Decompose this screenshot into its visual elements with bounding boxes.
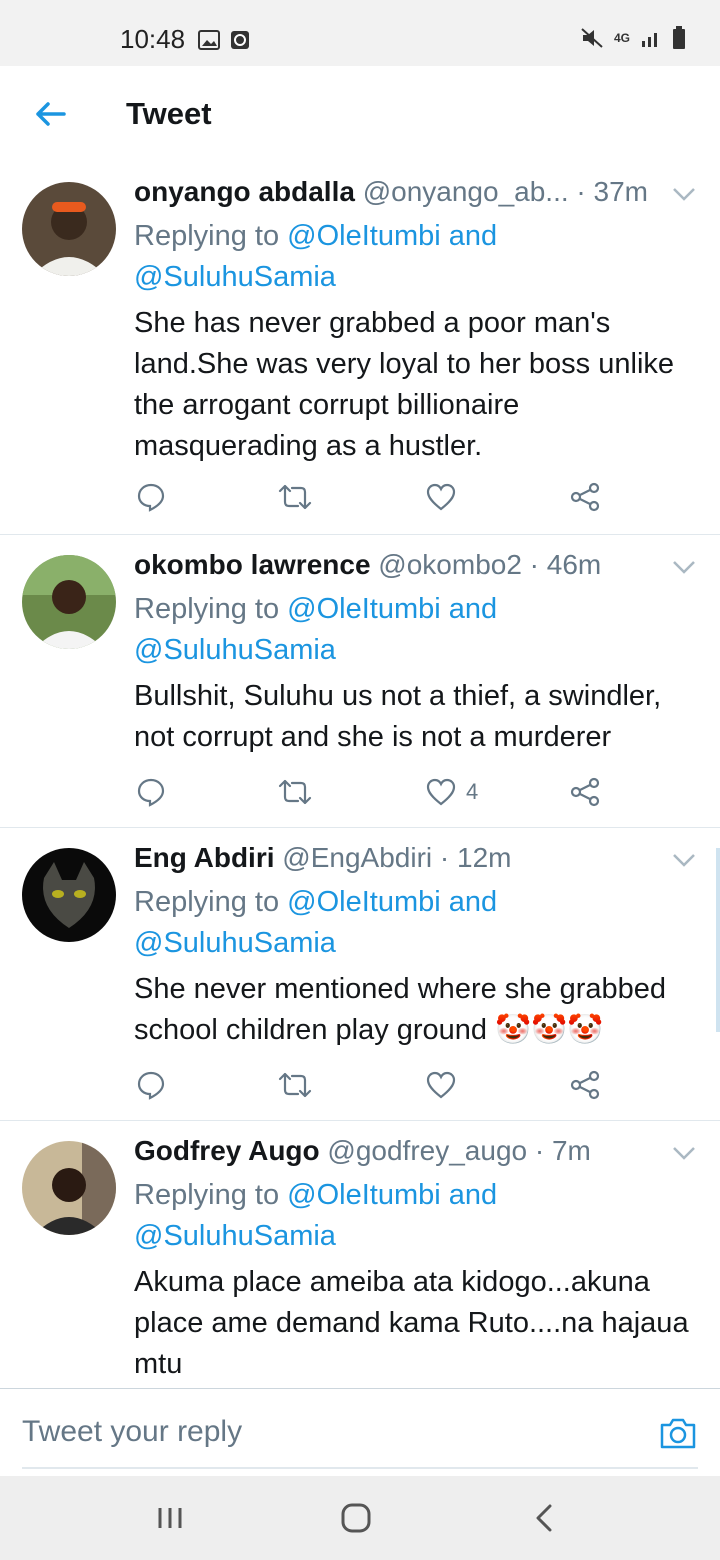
tweet[interactable]: onyango abdalla @onyango_ab... · 37m Rep… [0, 162, 720, 535]
reply-input[interactable]: Tweet your reply [22, 1415, 242, 1449]
back-icon[interactable] [524, 1498, 564, 1538]
tweet-actions [136, 480, 606, 514]
system-nav-bar [0, 1476, 720, 1560]
user-handle: @EngAbdiri [282, 842, 433, 873]
share-icon [570, 1070, 600, 1100]
battery-icon [673, 26, 685, 49]
replying-to: Replying to @OleItumbi and [134, 886, 498, 918]
reply-button[interactable] [136, 775, 166, 809]
home-icon[interactable] [336, 1498, 376, 1538]
mention-link[interactable]: @OleItumbi and [287, 1179, 497, 1211]
avatar[interactable] [22, 848, 116, 942]
camera-icon[interactable] [658, 1413, 698, 1453]
mute-icon [581, 28, 603, 48]
reply-icon [137, 483, 165, 512]
user-handle: @onyango_ab... [362, 176, 569, 207]
tweet-time: · 37m [568, 176, 648, 207]
mention-link[interactable]: @SuluhuSamia [134, 927, 336, 959]
retweet-button[interactable] [278, 775, 312, 809]
signal-icon [642, 33, 657, 47]
share-button[interactable] [570, 1068, 600, 1102]
avatar[interactable] [22, 182, 116, 276]
mention-link[interactable]: @OleItumbi and [287, 886, 497, 918]
share-button[interactable] [570, 775, 600, 809]
share-icon [570, 777, 600, 807]
chevron-down-icon[interactable] [672, 559, 696, 575]
network-label: 4G [613, 31, 630, 45]
chevron-down-icon[interactable] [672, 1145, 696, 1161]
user-handle: @godfrey_augo [327, 1135, 528, 1166]
heart-icon [426, 778, 456, 806]
heart-icon [426, 1071, 456, 1099]
clock-icon [231, 31, 249, 49]
like-button[interactable] [426, 480, 466, 514]
composer-divider [22, 1467, 698, 1469]
tweet-time: · 12m [432, 842, 512, 873]
retweet-button[interactable] [278, 1068, 312, 1102]
mention-link[interactable]: @SuluhuSamia [134, 634, 336, 666]
reply-composer[interactable]: Tweet your reply [0, 1388, 720, 1477]
tweet-time: · 7m [527, 1135, 591, 1166]
share-button[interactable] [570, 480, 600, 514]
arrow-left-icon[interactable] [30, 94, 70, 134]
reply-icon [137, 778, 165, 807]
like-count: 4 [466, 779, 479, 804]
mention-link[interactable]: @OleItumbi and [287, 220, 497, 252]
mention-link[interactable]: @OleItumbi and [287, 593, 497, 625]
user-name[interactable]: Eng Abdiri [134, 842, 275, 873]
page-title: Tweet [126, 96, 212, 131]
tweet-time: · 46m [521, 549, 602, 580]
recent-apps-icon[interactable] [150, 1498, 190, 1538]
replying-to: Replying to @OleItumbi and [134, 220, 498, 252]
reply-button[interactable] [136, 1068, 166, 1102]
reply-icon [137, 1071, 165, 1100]
replying-to: Replying to @OleItumbi and [134, 593, 498, 625]
retweet-icon [278, 779, 312, 805]
status-time: 10:48 [120, 24, 186, 54]
chevron-down-icon[interactable] [672, 852, 696, 868]
share-icon [570, 482, 600, 512]
replying-to: Replying to @OleItumbi and [134, 1179, 498, 1211]
tweet-actions [136, 1068, 606, 1102]
tweet-actions: 4 [136, 775, 606, 809]
scrollbar[interactable] [716, 848, 720, 1032]
chevron-down-icon[interactable] [672, 186, 696, 202]
tweet[interactable]: Eng Abdiri @EngAbdiri · 12m Replying to … [0, 828, 720, 1121]
user-handle: @okombo2 [378, 549, 522, 580]
retweet-button[interactable] [278, 480, 312, 514]
avatar[interactable] [22, 1141, 116, 1235]
tweet[interactable]: okombo lawrence @okombo2 · 46m Replying … [0, 535, 720, 828]
mention-link[interactable]: @SuluhuSamia [134, 261, 336, 293]
user-name[interactable]: okombo lawrence [134, 549, 371, 580]
reply-button[interactable] [136, 480, 166, 514]
image-icon [198, 30, 220, 50]
tweet-text: Akuma place ameiba ata kidogo...akuna pl… [134, 1266, 689, 1380]
retweet-icon [278, 1072, 312, 1098]
tweet-text: She has never grabbed a poor man's land.… [134, 307, 675, 462]
user-name[interactable]: onyango abdalla [134, 176, 355, 207]
tweet[interactable]: Godfrey Augo @godfrey_augo · 7m Replying… [0, 1121, 720, 1388]
like-button[interactable]: 4 [426, 775, 478, 809]
mention-link[interactable]: @SuluhuSamia [134, 1220, 336, 1252]
like-button[interactable] [426, 1068, 466, 1102]
heart-icon [426, 483, 456, 511]
header: Tweet [0, 66, 720, 163]
tweet-text: She never mentioned where she grabbed sc… [134, 973, 667, 1046]
user-name[interactable]: Godfrey Augo [134, 1135, 320, 1166]
retweet-icon [278, 484, 312, 510]
tweet-text: Bullshit, Suluhu us not a thief, a swind… [134, 680, 662, 753]
avatar[interactable] [22, 555, 116, 649]
status-bar: 10:48 4G [0, 0, 720, 66]
